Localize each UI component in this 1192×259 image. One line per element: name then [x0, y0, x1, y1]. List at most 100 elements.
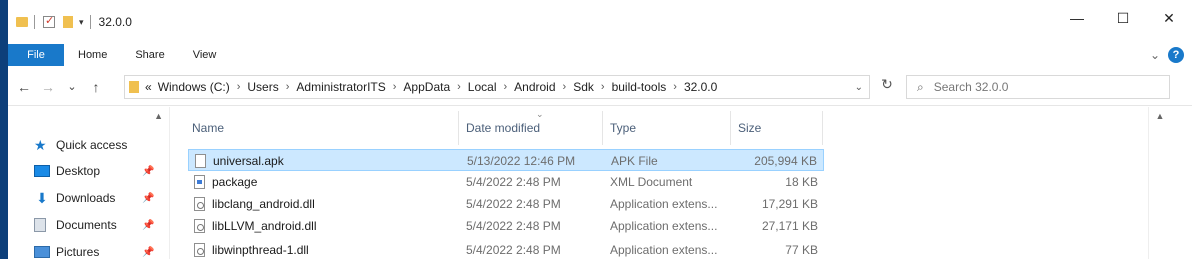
file-explorer-window: ▾ 32.0.0 — ☐ ✕ File Home Share View ⌄ ? …: [8, 0, 1192, 259]
chevron-right-icon[interactable]: ›: [601, 81, 605, 93]
breadcrumb-item[interactable]: AppData ›: [403, 80, 467, 94]
file-name: libwinpthread-1.dll: [212, 243, 309, 257]
close-button[interactable]: ✕: [1146, 10, 1192, 27]
properties-icon[interactable]: [43, 14, 55, 28]
separator: [34, 15, 35, 29]
nav-item-documents[interactable]: Documents 📌: [34, 218, 154, 232]
file-date: 5/4/2022 2:48 PM: [466, 197, 561, 211]
column-header-name[interactable]: Name: [192, 121, 224, 135]
breadcrumb-item[interactable]: build-tools ›: [612, 80, 684, 94]
file-date: 5/4/2022 2:48 PM: [466, 175, 561, 189]
dll-file-icon: [194, 197, 205, 211]
chevron-right-icon[interactable]: ›: [503, 81, 507, 93]
column-divider[interactable]: [458, 111, 459, 145]
breadcrumb-label: Local: [467, 80, 497, 94]
tab-file[interactable]: File: [8, 44, 64, 66]
search-box[interactable]: ⌕ Search 32.0.0: [906, 75, 1170, 99]
file-size: 77 KB: [785, 243, 818, 257]
nav-item-desktop[interactable]: Desktop 📌: [34, 164, 154, 178]
scroll-up-icon[interactable]: ▲: [1149, 111, 1171, 121]
chevron-right-icon[interactable]: ›: [393, 81, 397, 93]
file-size: 205,994 KB: [754, 154, 817, 168]
maximize-button[interactable]: ☐: [1100, 10, 1146, 27]
column-header-type[interactable]: Type: [610, 121, 636, 135]
breadcrumb-item[interactable]: Android ›: [514, 80, 573, 94]
pin-icon: 📌: [142, 219, 155, 231]
file-name: libclang_android.dll: [212, 197, 315, 211]
address-bar[interactable]: « Windows (C:) › Users › AdministratorITS ›…: [124, 75, 870, 99]
file-row[interactable]: universal.apk 5/13/2022 12:46 PM APK Fil…: [188, 149, 824, 171]
address-dropdown-icon[interactable]: ⌄: [855, 82, 863, 93]
search-icon: ⌕: [917, 79, 924, 94]
ribbon-tabs: File Home Share View ⌄ ?: [8, 44, 1192, 66]
tab-view[interactable]: View: [179, 44, 231, 66]
tab-share[interactable]: Share: [121, 44, 178, 66]
breadcrumb-label: Users: [247, 80, 279, 94]
sort-indicator-icon: ⌄: [536, 109, 544, 119]
file-date: 5/4/2022 2:48 PM: [466, 243, 561, 257]
nav-item-label: Downloads: [56, 191, 116, 205]
file-name-cell: libclang_android.dll: [194, 197, 315, 211]
chevron-right-icon[interactable]: ›: [673, 81, 677, 93]
nav-item-quick-access[interactable]: ★ Quick access: [34, 137, 127, 153]
column-divider[interactable]: [602, 111, 603, 145]
breadcrumb-item-current[interactable]: 32.0.0: [684, 80, 717, 94]
pictures-icon: [34, 246, 50, 258]
column-divider[interactable]: [730, 111, 731, 145]
file-name-cell: universal.apk: [195, 154, 284, 168]
documents-icon: [34, 218, 46, 232]
navigation-bar: ← → ⌄ ↑ « Windows (C:) › Users › Administr…: [8, 68, 1192, 106]
desktop-edge: [0, 0, 8, 259]
breadcrumb-overflow[interactable]: «: [145, 80, 158, 94]
file-date: 5/13/2022 12:46 PM: [467, 154, 576, 168]
xml-file-icon: [194, 175, 205, 189]
file-row[interactable]: libLLVM_android.dll 5/4/2022 2:48 PM App…: [188, 215, 824, 237]
up-button[interactable]: ↑: [84, 79, 108, 95]
column-header-size[interactable]: Size: [738, 121, 761, 135]
breadcrumb-item[interactable]: AdministratorITS ›: [296, 80, 403, 94]
back-button[interactable]: ←: [12, 79, 36, 95]
folder-icon: [16, 17, 28, 27]
chevron-right-icon[interactable]: ›: [457, 81, 461, 93]
file-size: 27,171 KB: [761, 219, 818, 233]
file-date: 5/4/2022 2:48 PM: [466, 219, 561, 233]
dll-file-icon: [194, 243, 205, 257]
file-row[interactable]: package 5/4/2022 2:48 PM XML Document 18…: [188, 171, 824, 193]
breadcrumb-label: AdministratorITS: [296, 80, 386, 94]
breadcrumb-item[interactable]: Users ›: [247, 80, 296, 94]
file-row[interactable]: libclang_android.dll 5/4/2022 2:48 PM Ap…: [188, 193, 824, 215]
nav-item-label: Desktop: [56, 164, 101, 178]
title-bar: ▾ 32.0.0 — ☐ ✕: [8, 0, 1192, 44]
customize-toolbar-icon[interactable]: ▾: [79, 17, 84, 28]
breadcrumb-label: Android: [514, 80, 556, 94]
vertical-scrollbar[interactable]: ▲: [1148, 107, 1170, 259]
file-name-cell: package: [194, 175, 257, 189]
chevron-right-icon[interactable]: ›: [286, 81, 290, 93]
expand-ribbon-icon[interactable]: ⌄: [1150, 48, 1160, 62]
file-size: 17,291 KB: [761, 197, 818, 211]
file-name: libLLVM_android.dll: [212, 219, 317, 233]
chevron-right-icon[interactable]: ›: [563, 81, 567, 93]
scroll-up-icon[interactable]: ▲: [154, 111, 163, 121]
breadcrumb-item[interactable]: Local ›: [468, 80, 514, 94]
nav-item-pictures[interactable]: Pictures 📌: [34, 245, 154, 259]
file-name: package: [212, 175, 258, 189]
file-name: universal.apk: [213, 154, 284, 168]
download-icon: ⬇: [36, 190, 48, 206]
file-row[interactable]: libwinpthread-1.dll 5/4/2022 2:48 PM App…: [188, 239, 824, 259]
recent-locations-button[interactable]: ⌄: [60, 80, 84, 93]
chevron-right-icon[interactable]: ›: [237, 81, 241, 93]
minimize-button[interactable]: —: [1054, 10, 1100, 27]
nav-item-downloads[interactable]: ⬇ Downloads 📌: [34, 190, 154, 206]
file-type: XML Document: [610, 175, 693, 189]
help-icon[interactable]: ?: [1168, 47, 1184, 63]
breadcrumb-item[interactable]: Sdk ›: [573, 80, 611, 94]
file-type: APK File: [611, 154, 658, 168]
breadcrumb-item[interactable]: Windows (C:) ›: [158, 80, 248, 94]
column-header-date[interactable]: Date modified: [466, 121, 540, 135]
refresh-button[interactable]: ↻: [872, 76, 902, 93]
forward-button[interactable]: →: [36, 79, 60, 95]
tab-home[interactable]: Home: [64, 44, 121, 66]
column-divider[interactable]: [822, 111, 823, 145]
new-folder-icon[interactable]: [63, 16, 73, 28]
